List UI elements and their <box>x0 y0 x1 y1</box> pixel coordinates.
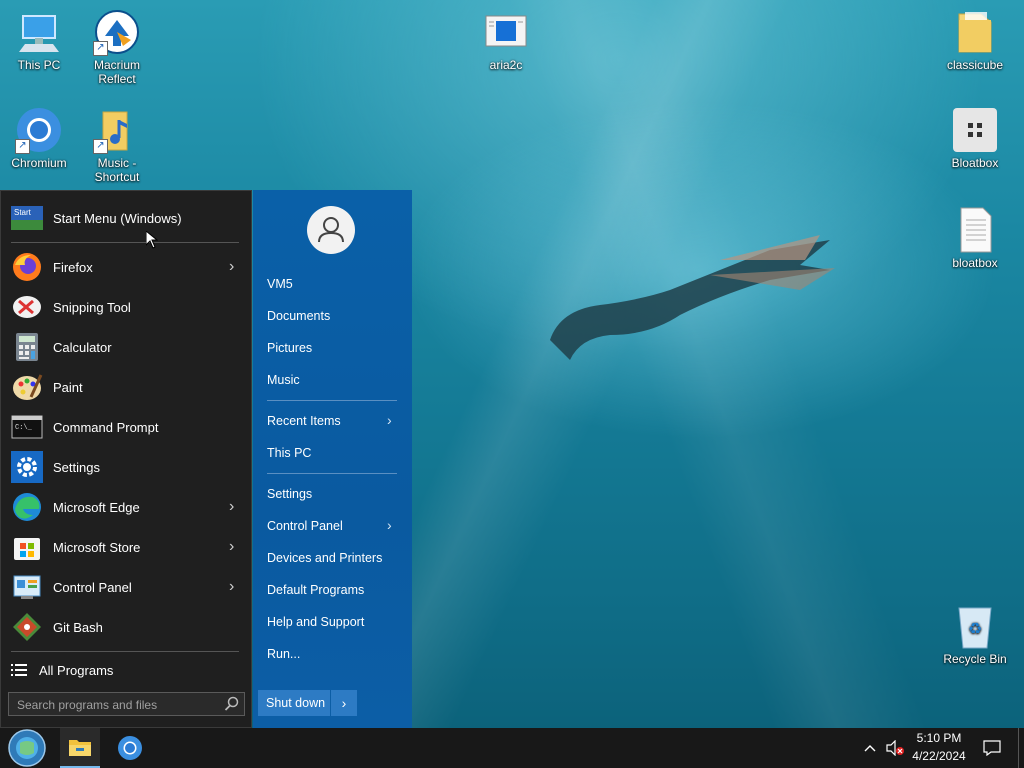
start-menu: Start Start Menu (Windows) Firefox › Sni… <box>0 190 412 728</box>
shortcut-arrow-icon: ↗ <box>93 139 108 154</box>
all-programs-button[interactable]: All Programs <box>1 650 253 690</box>
search-icon[interactable] <box>224 696 240 715</box>
notification-icon <box>983 740 1001 756</box>
desktop-icon-macrium-reflect[interactable]: ↗ Macrium Reflect <box>78 8 156 86</box>
submenu-chevron-icon: › <box>229 578 235 595</box>
program-git-bash[interactable]: Git Bash <box>1 607 253 647</box>
control-panel-icon <box>11 571 43 603</box>
taskbar-chromium[interactable] <box>110 728 150 768</box>
places-control-panel[interactable]: Control Panel <box>267 519 343 533</box>
svg-text:♻: ♻ <box>968 619 982 638</box>
edge-icon <box>11 491 43 523</box>
shutdown-group: Shut down › <box>258 690 357 716</box>
places-documents[interactable]: Documents <box>267 309 330 323</box>
store-icon <box>11 531 43 563</box>
file-explorer-icon <box>69 740 91 756</box>
search-input[interactable] <box>9 693 229 717</box>
wallpaper-diver <box>550 235 835 360</box>
user-icon <box>318 217 344 243</box>
start-menu-places-pane: VM5 Documents Pictures Music Recent Item… <box>253 190 412 728</box>
shutdown-options-chevron-icon[interactable]: › <box>331 690 357 716</box>
submenu-chevron-icon: › <box>229 258 235 275</box>
program-snipping-tool[interactable]: Snipping Tool <box>1 287 253 327</box>
recycle-bin-icon: ♻ <box>951 602 999 650</box>
shortcut-arrow-icon: ↗ <box>93 41 108 56</box>
text-file-icon <box>951 206 999 254</box>
places-recent-items[interactable]: Recent Items <box>267 414 341 428</box>
desktop-icon-this-pc[interactable]: This PC <box>0 8 78 72</box>
submenu-chevron-icon: › <box>387 517 392 533</box>
user-avatar[interactable] <box>307 206 355 254</box>
git-bash-icon <box>11 611 43 643</box>
program-firefox[interactable]: Firefox › <box>1 247 253 287</box>
places-user[interactable]: VM5 <box>267 277 293 291</box>
calculator-icon <box>11 331 43 363</box>
command-prompt-icon: C:\_ <box>11 411 43 443</box>
desktop-icon-chromium[interactable]: ↗ Chromium <box>0 106 78 170</box>
show-desktop-button[interactable] <box>1018 728 1024 768</box>
taskbar-file-explorer[interactable] <box>60 728 100 768</box>
snipping-tool-icon <box>11 291 43 323</box>
clock-date[interactable]: 4/22/2024 <box>908 749 970 763</box>
bloatbox-app-icon <box>951 106 999 154</box>
desktop-icon-recycle-bin[interactable]: ♻ Recycle Bin <box>936 602 1014 666</box>
places-help-and-support[interactable]: Help and Support <box>267 615 364 629</box>
start-orb-icon <box>8 729 46 767</box>
desktop-icon-music-shortcut[interactable]: ↗ Music - Shortcut <box>78 106 156 184</box>
program-control-panel[interactable]: Control Panel › <box>1 567 253 607</box>
list-icon <box>9 654 29 686</box>
start-orb-button[interactable] <box>4 728 50 768</box>
submenu-chevron-icon: › <box>229 538 235 555</box>
macrium-reflect-icon: ↗ <box>93 8 141 56</box>
program-paint[interactable]: Paint <box>1 367 253 407</box>
folder-icon <box>951 8 999 56</box>
program-microsoft-edge[interactable]: Microsoft Edge › <box>1 487 253 527</box>
submenu-chevron-icon: › <box>387 412 392 428</box>
settings-gear-icon <box>11 451 43 483</box>
desktop-icon-aria2c[interactable]: aria2c <box>467 8 545 72</box>
chromium-icon <box>118 736 142 760</box>
places-default-programs[interactable]: Default Programs <box>267 583 364 597</box>
program-settings[interactable]: Settings <box>1 447 253 487</box>
program-command-prompt[interactable]: C:\_ Command Prompt <box>1 407 253 447</box>
firefox-icon <box>11 251 43 283</box>
start-menu-programs-pane: Start Start Menu (Windows) Firefox › Sni… <box>0 190 252 728</box>
start-menu-logo-icon: Start <box>11 202 43 234</box>
places-music[interactable]: Music <box>267 373 300 387</box>
places-pictures[interactable]: Pictures <box>267 341 312 355</box>
aria2c-icon <box>482 8 530 56</box>
places-run[interactable]: Run... <box>267 647 300 661</box>
volume-muted-button[interactable] <box>884 728 906 768</box>
menu-divider <box>267 400 397 401</box>
start-menu-header[interactable]: Start Start Menu (Windows) <box>1 198 253 238</box>
music-folder-icon: ↗ <box>93 106 141 154</box>
volume-muted-icon <box>886 740 904 756</box>
menu-divider <box>11 242 239 243</box>
taskbar: 5:10 PM 4/22/2024 <box>0 728 1024 768</box>
places-devices-and-printers[interactable]: Devices and Printers <box>267 551 382 565</box>
show-hidden-icons-button[interactable] <box>860 728 880 768</box>
submenu-chevron-icon: › <box>229 498 235 515</box>
program-microsoft-store[interactable]: Microsoft Store › <box>1 527 253 567</box>
places-this-pc[interactable]: This PC <box>267 446 311 460</box>
mouse-cursor-icon <box>146 231 158 249</box>
clock-time[interactable]: 5:10 PM <box>908 731 970 745</box>
chevron-up-icon <box>864 745 876 752</box>
chromium-icon: ↗ <box>15 106 63 154</box>
search-box[interactable] <box>8 692 245 717</box>
paint-icon <box>11 371 43 403</box>
desktop-icon-classicube[interactable]: classicube <box>936 8 1014 72</box>
notification-center-button[interactable] <box>978 728 1006 768</box>
places-settings[interactable]: Settings <box>267 487 312 501</box>
desktop-icon-bloatbox-file[interactable]: bloatbox <box>936 206 1014 270</box>
desktop-icon-bloatbox-app[interactable]: Bloatbox <box>936 106 1014 170</box>
this-pc-icon <box>15 8 63 56</box>
svg-text:C:\_: C:\_ <box>15 424 33 432</box>
menu-divider <box>267 473 397 474</box>
shortcut-arrow-icon: ↗ <box>15 139 30 154</box>
shutdown-button[interactable]: Shut down <box>258 690 330 716</box>
program-calculator[interactable]: Calculator <box>1 327 253 367</box>
svg-text:Start: Start <box>14 208 32 217</box>
